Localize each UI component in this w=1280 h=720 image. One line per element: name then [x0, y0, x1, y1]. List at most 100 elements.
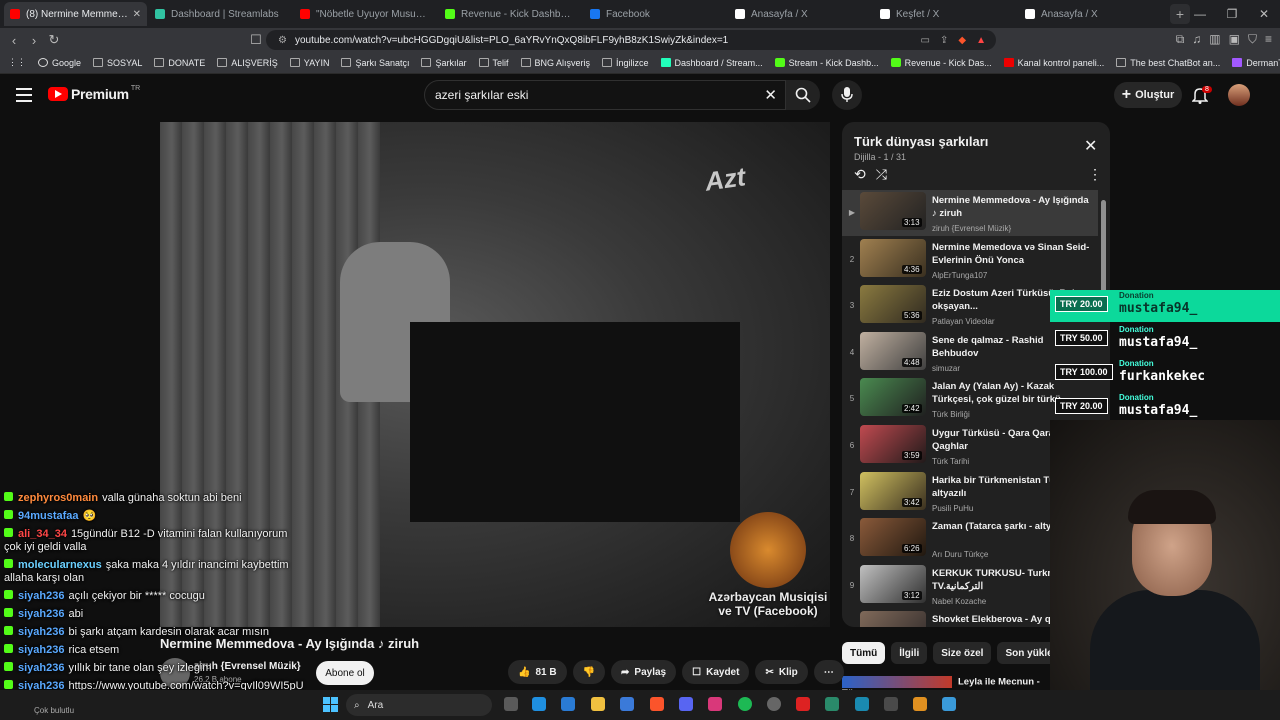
app-icon-4[interactable] — [942, 697, 956, 711]
app-x-icon[interactable] — [796, 697, 810, 711]
filter-chip[interactable]: İlgili — [891, 642, 928, 664]
weather-widget[interactable]: Çok bulutlu — [4, 698, 74, 715]
browser-tab[interactable]: Keşfet / X — [874, 2, 1017, 26]
sidebar-icon[interactable]: ▥ — [1209, 32, 1220, 47]
playlist-item-duration: 3:12 — [902, 590, 922, 600]
browser-tab[interactable]: Dashboard | Streamlabs — [149, 2, 292, 26]
cast-icon[interactable]: ▭ — [921, 35, 930, 46]
bookmark-item[interactable]: SOSYAL — [93, 58, 142, 68]
apps-icon[interactable]: ⋮⋮ — [8, 57, 26, 68]
share-icon[interactable]: ⇪ — [940, 35, 948, 46]
media-icon[interactable]: ♫ — [1192, 32, 1201, 47]
search-icon: ⌕ — [354, 699, 360, 711]
start-button-icon[interactable] — [323, 697, 338, 712]
minimize-icon[interactable]: — — [1184, 0, 1216, 28]
subscribe-button[interactable]: Abone ol — [316, 661, 374, 685]
edge-icon[interactable] — [532, 697, 546, 711]
clip-button[interactable]: ✂ Klip — [755, 660, 808, 684]
restore-icon[interactable]: ❐ — [1216, 0, 1248, 28]
next-video-row[interactable]: Leyla ile Mecnun - Tü — [842, 676, 1052, 699]
filter-chip[interactable]: Size özel — [933, 642, 992, 664]
bookmark-item[interactable]: İngilizce — [602, 58, 649, 68]
donation-amount: TRY 20.00 — [1055, 398, 1108, 414]
tab-close-icon[interactable]: ✕ — [133, 9, 141, 20]
clear-search-icon[interactable]: ✕ — [764, 86, 777, 104]
mail-icon[interactable] — [620, 697, 634, 711]
create-button[interactable]: + Oluştur — [1114, 82, 1182, 108]
tab-favicon-icon — [10, 9, 20, 19]
more-actions-button[interactable]: ⋯ — [813, 660, 844, 684]
url-field[interactable]: ⚙ youtube.com/watch?v=ubcHGGDgqiU&list=P… — [266, 30, 996, 50]
app-icon-3[interactable] — [913, 697, 927, 711]
bookmark-item[interactable]: Revenue - Kick Das... — [890, 58, 992, 68]
browser-tab[interactable]: (8) Nermine Memmedova ✕ — [4, 2, 147, 26]
browser-tab[interactable]: Anasayfa / X — [729, 2, 872, 26]
playlist-item-index: 5 — [849, 394, 855, 404]
browser-tab[interactable]: Facebook — [584, 2, 727, 26]
bookmark-item[interactable]: DermanTarcin - Vid... — [1232, 58, 1280, 68]
extension-puzzle-icon[interactable]: ⧉ — [1176, 32, 1185, 47]
bookmark-item[interactable]: ALIŞVERİŞ — [217, 58, 278, 68]
obs-icon[interactable] — [767, 697, 781, 711]
app-icon-2[interactable] — [884, 697, 898, 711]
shuffle-icon[interactable]: ⤮ — [876, 166, 887, 183]
terminal-icon[interactable] — [825, 697, 839, 711]
back-icon[interactable]: ‹ — [4, 33, 24, 48]
browser-tab[interactable]: Revenue - Kick Dashboard — [439, 2, 582, 26]
playlist-item[interactable]: ▶ 3:13 Nermine Memmedova - Ay Işığında ♪… — [842, 190, 1098, 236]
share-button[interactable]: ➦ Paylaş — [611, 660, 677, 684]
playlist-more-icon[interactable]: ⋮ — [1088, 166, 1102, 183]
rewards-icon[interactable]: ▲ — [976, 35, 986, 46]
taskbar-search[interactable]: ⌕ Ara — [346, 694, 492, 716]
brave-shield-icon[interactable]: ◆ — [958, 35, 966, 46]
browser-tab[interactable]: "Nöbetle Uyuyor Musun ?" - Y — [294, 2, 437, 26]
playlist-title[interactable]: Türk dünyası şarkıları — [854, 134, 988, 149]
playlist-scrollbar[interactable] — [1101, 200, 1106, 304]
discord-icon[interactable] — [679, 697, 693, 711]
dislike-button[interactable]: 👎 — [572, 660, 606, 684]
reload-icon[interactable]: ↻ — [44, 32, 64, 48]
filter-chip[interactable]: Tümü — [842, 642, 886, 664]
app-icon[interactable] — [855, 697, 869, 711]
bookmark-item[interactable]: Şarkılar — [421, 58, 467, 68]
youtube-logo[interactable]: Premium TR — [48, 85, 140, 102]
bookmark-item[interactable]: BNG Alışveriş — [520, 58, 590, 68]
hamburger-menu-icon[interactable] — [16, 88, 32, 102]
bookmark-item[interactable]: Kanal kontrol paneli... — [1003, 58, 1104, 68]
task-view-icon[interactable] — [504, 697, 518, 711]
brave-icon[interactable] — [650, 697, 664, 711]
site-info-icon[interactable]: ⚙ — [278, 35, 287, 46]
bookmark-item[interactable]: Google — [38, 58, 81, 68]
spotify-icon[interactable] — [738, 697, 752, 711]
save-button[interactable]: ☐ Kaydet — [682, 660, 750, 684]
account-avatar[interactable] — [1228, 84, 1250, 106]
tab-favicon-icon — [590, 9, 600, 19]
loop-icon[interactable]: ⟲ — [854, 166, 866, 183]
browser-tab[interactable]: Anasayfa / X — [1019, 2, 1162, 26]
bookmark-item[interactable]: Telif — [478, 58, 509, 68]
store-icon[interactable] — [561, 697, 575, 711]
menu-icon[interactable]: ≡ — [1265, 32, 1272, 47]
search-button[interactable] — [786, 80, 820, 110]
folder-icon — [154, 58, 165, 67]
bookmark-item[interactable]: Şarkı Sanatçı — [341, 58, 409, 68]
bookmark-item[interactable]: The best ChatBot an... — [1116, 58, 1220, 68]
bookmark-item[interactable]: YAYIN — [289, 58, 329, 68]
close-playlist-icon[interactable]: ✕ — [1084, 136, 1097, 156]
site-favicon-icon — [774, 58, 785, 67]
close-window-icon[interactable]: ✕ — [1248, 0, 1280, 28]
voice-search-button[interactable] — [832, 80, 862, 110]
bookmark-item[interactable]: DONATE — [154, 58, 205, 68]
playlist-item[interactable]: 2 4:36 Nermine Memedova və Sinan Seid- E… — [842, 237, 1098, 283]
instagram-icon[interactable] — [708, 697, 722, 711]
vpn-icon[interactable]: ⛉ — [1248, 32, 1257, 47]
bookmark-star-icon[interactable]: ☐ — [246, 32, 266, 48]
bookmark-item[interactable]: Dashboard / Stream... — [660, 58, 763, 68]
wallet-icon[interactable]: ▣ — [1229, 32, 1240, 47]
search-input[interactable]: azeri şarkılar eski ✕ — [424, 80, 786, 110]
file-explorer-icon[interactable] — [591, 697, 605, 711]
url-actions: ▭ ⇪ ◆ ▲ — [921, 35, 986, 46]
like-button[interactable]: 👍 81 B — [508, 660, 567, 684]
forward-icon[interactable]: › — [24, 33, 44, 48]
bookmark-item[interactable]: Stream - Kick Dashb... — [774, 58, 879, 68]
